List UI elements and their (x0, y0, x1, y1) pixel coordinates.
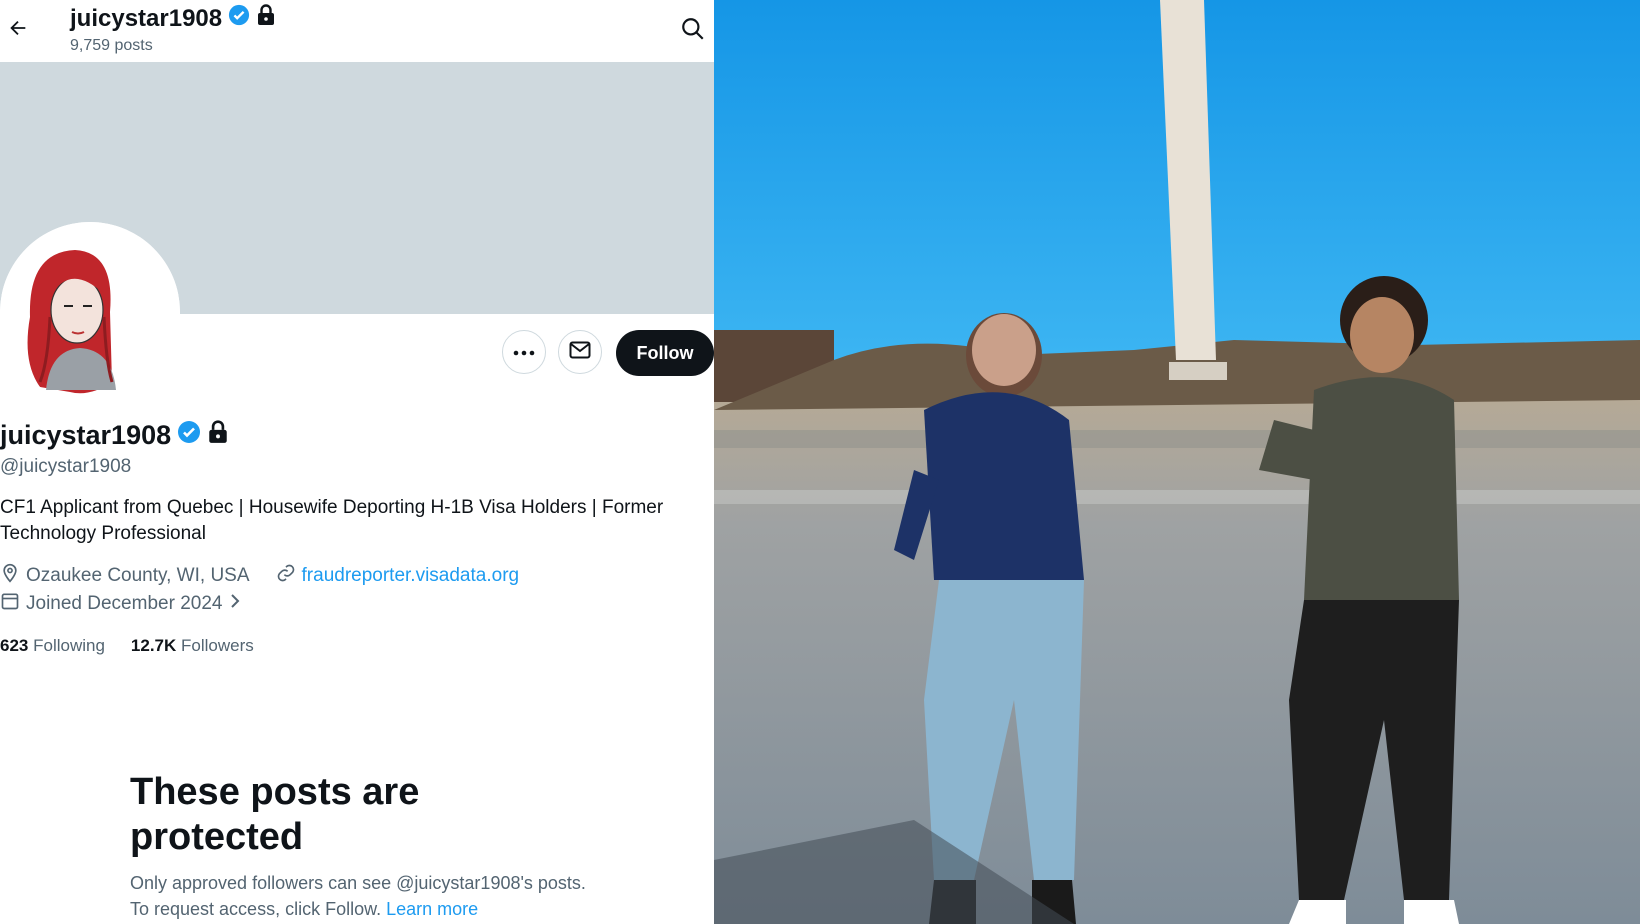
back-arrow-icon[interactable] (4, 14, 32, 42)
header-username: juicystar1908 (70, 4, 223, 32)
header-title: juicystar1908 (70, 4, 276, 33)
verified-badge-icon (228, 4, 250, 33)
search-icon[interactable] (680, 16, 706, 42)
profile-location-row: Ozaukee County, WI, USA fraudreporter.vi… (0, 563, 519, 589)
profile-bio: CF1 Applicant from Quebec | Housewife De… (0, 497, 664, 544)
followers-label: Followers (181, 636, 254, 655)
protected-title: These posts are protected (130, 771, 420, 858)
link-icon (276, 563, 296, 589)
more-icon (513, 343, 535, 361)
joined-row: Joined December 2024 (0, 591, 242, 617)
follow-stats: 623 Following 12.7K Followers (0, 636, 254, 656)
post-count: 9,759 posts (70, 37, 153, 54)
website-link[interactable]: fraudreporter.visadata.org (302, 565, 520, 587)
location-pin-icon (0, 563, 20, 589)
message-button[interactable] (558, 330, 602, 374)
lock-icon (256, 4, 276, 33)
protected-text: Only approved followers can see @juicyst… (130, 873, 586, 919)
calendar-icon (0, 591, 20, 617)
profile-panel: juicystar1908 9,759 posts Follow juicyst… (0, 0, 714, 924)
mail-icon (569, 341, 591, 364)
protected-description: Only approved followers can see @juicyst… (130, 870, 600, 922)
joined-date: Joined December 2024 (26, 593, 223, 614)
profile-header-bar: juicystar1908 9,759 posts (0, 0, 714, 62)
chevron-right-icon[interactable] (228, 592, 242, 616)
video-frame (714, 0, 1640, 924)
follow-button[interactable]: Follow (616, 330, 714, 376)
followers-count: 12.7K (130, 636, 177, 655)
user-handle: @juicystar1908 (0, 456, 132, 477)
following-stat[interactable]: 623 Following (0, 636, 105, 656)
lock-icon (207, 420, 229, 451)
more-options-button[interactable] (502, 330, 546, 374)
dance-video-image (714, 0, 1640, 924)
verified-badge-icon (177, 420, 201, 451)
following-label: Following (33, 636, 105, 655)
following-count: 623 (0, 636, 29, 655)
location-text: Ozaukee County, WI, USA (26, 565, 250, 586)
followers-stat[interactable]: 12.7K Followers (131, 636, 254, 656)
profile-name-row: juicystar1908 (0, 420, 229, 451)
learn-more-link[interactable]: Learn more (386, 899, 478, 919)
avatar[interactable] (0, 222, 180, 402)
display-name: juicystar1908 (0, 420, 172, 450)
